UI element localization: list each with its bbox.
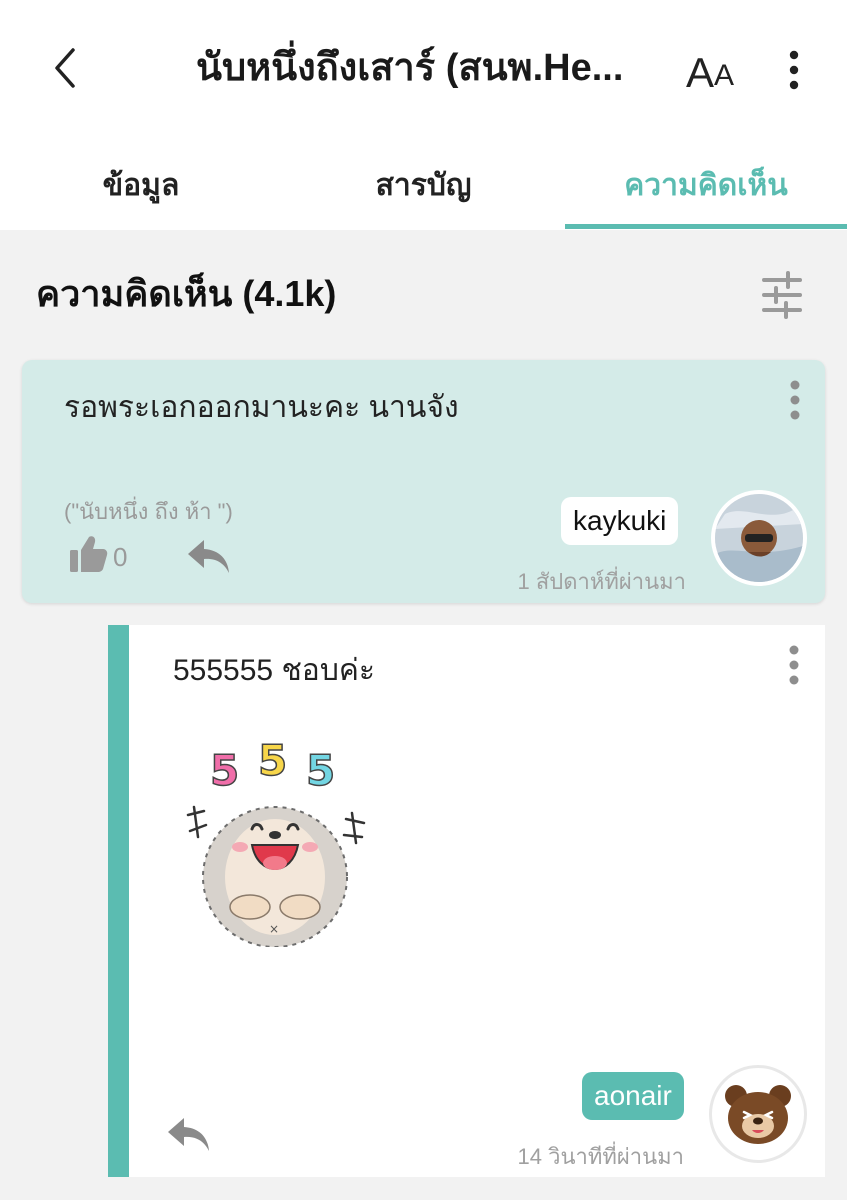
chevron-left-icon — [55, 48, 75, 88]
active-tab-indicator — [565, 224, 847, 229]
comment-card: รอพระเอกออกมานะคะ นานจัง ("นับหนึ่ง ถึง … — [22, 360, 825, 603]
avatar[interactable] — [711, 490, 807, 586]
svg-text:×: × — [269, 922, 279, 936]
reply-indicator-bar — [108, 625, 129, 1177]
font-size-button[interactable]: A A — [686, 44, 750, 96]
avatar[interactable] — [709, 1065, 807, 1163]
bear-avatar-icon — [725, 1085, 791, 1144]
comment-timestamp: 1 สัปดาห์ที่ผ่านมา — [517, 569, 686, 594]
reply-button[interactable] — [166, 1114, 212, 1154]
thumbs-up-icon — [70, 536, 108, 572]
comments-section-title: ความคิดเห็น (4.1k) — [36, 273, 337, 314]
font-size-large-letter: A — [686, 49, 715, 96]
more-vertical-icon — [789, 645, 799, 685]
tab-contents[interactable]: สารบัญ — [282, 140, 565, 230]
tab-comments[interactable]: ความคิดเห็น — [565, 140, 847, 230]
more-vertical-icon — [789, 50, 799, 90]
back-button[interactable] — [40, 40, 90, 96]
sticker-digit-2: 5 — [258, 737, 287, 785]
sliders-icon — [762, 271, 802, 319]
comment-text: รอพระเอกออกมานะคะ นานจัง — [64, 391, 459, 424]
comment-chapter-quote: ("นับหนึ่ง ถึง ห้า ") — [64, 499, 233, 524]
more-vertical-icon — [790, 380, 800, 420]
reply-icon — [188, 540, 229, 573]
reply-text: 555555 ชอบค่ะ — [173, 654, 376, 687]
tab-info[interactable]: ข้อมูล — [0, 140, 282, 230]
reply-timestamp: 14 วินาทีที่ผ่านมา — [517, 1144, 684, 1169]
more-menu-button[interactable] — [776, 44, 812, 96]
like-count: 0 — [113, 542, 128, 572]
comment-username[interactable]: kaykuki — [561, 497, 679, 545]
reply-more-button[interactable] — [779, 643, 809, 687]
sticker-digit-1: 5 — [210, 746, 239, 795]
tab-bar: ข้อมูล สารบัญ ความคิดเห็น — [0, 140, 847, 230]
comment-more-button[interactable] — [780, 378, 810, 422]
page-title: นับหนึ่งถึงเสาร์ (สนพ.He... — [196, 47, 624, 89]
reply-button[interactable] — [186, 536, 232, 576]
reply-username[interactable]: aonair — [582, 1072, 684, 1120]
reply-card: 555555 ชอบค่ะ 5 5 5 × aonair 14 วินาทีที… — [108, 625, 825, 1177]
hedgehog-laughing-sticker: 5 5 5 × — [180, 735, 370, 948]
top-bar: นับหนึ่งถึงเสาร์ (สนพ.He... A A — [0, 0, 847, 140]
reply-icon — [168, 1118, 209, 1151]
font-size-small-letter: A — [714, 59, 735, 92]
user-avatar-photo — [715, 494, 803, 582]
like-button[interactable] — [68, 534, 108, 574]
filter-button[interactable] — [756, 270, 808, 320]
sticker-digit-3: 5 — [306, 746, 335, 795]
